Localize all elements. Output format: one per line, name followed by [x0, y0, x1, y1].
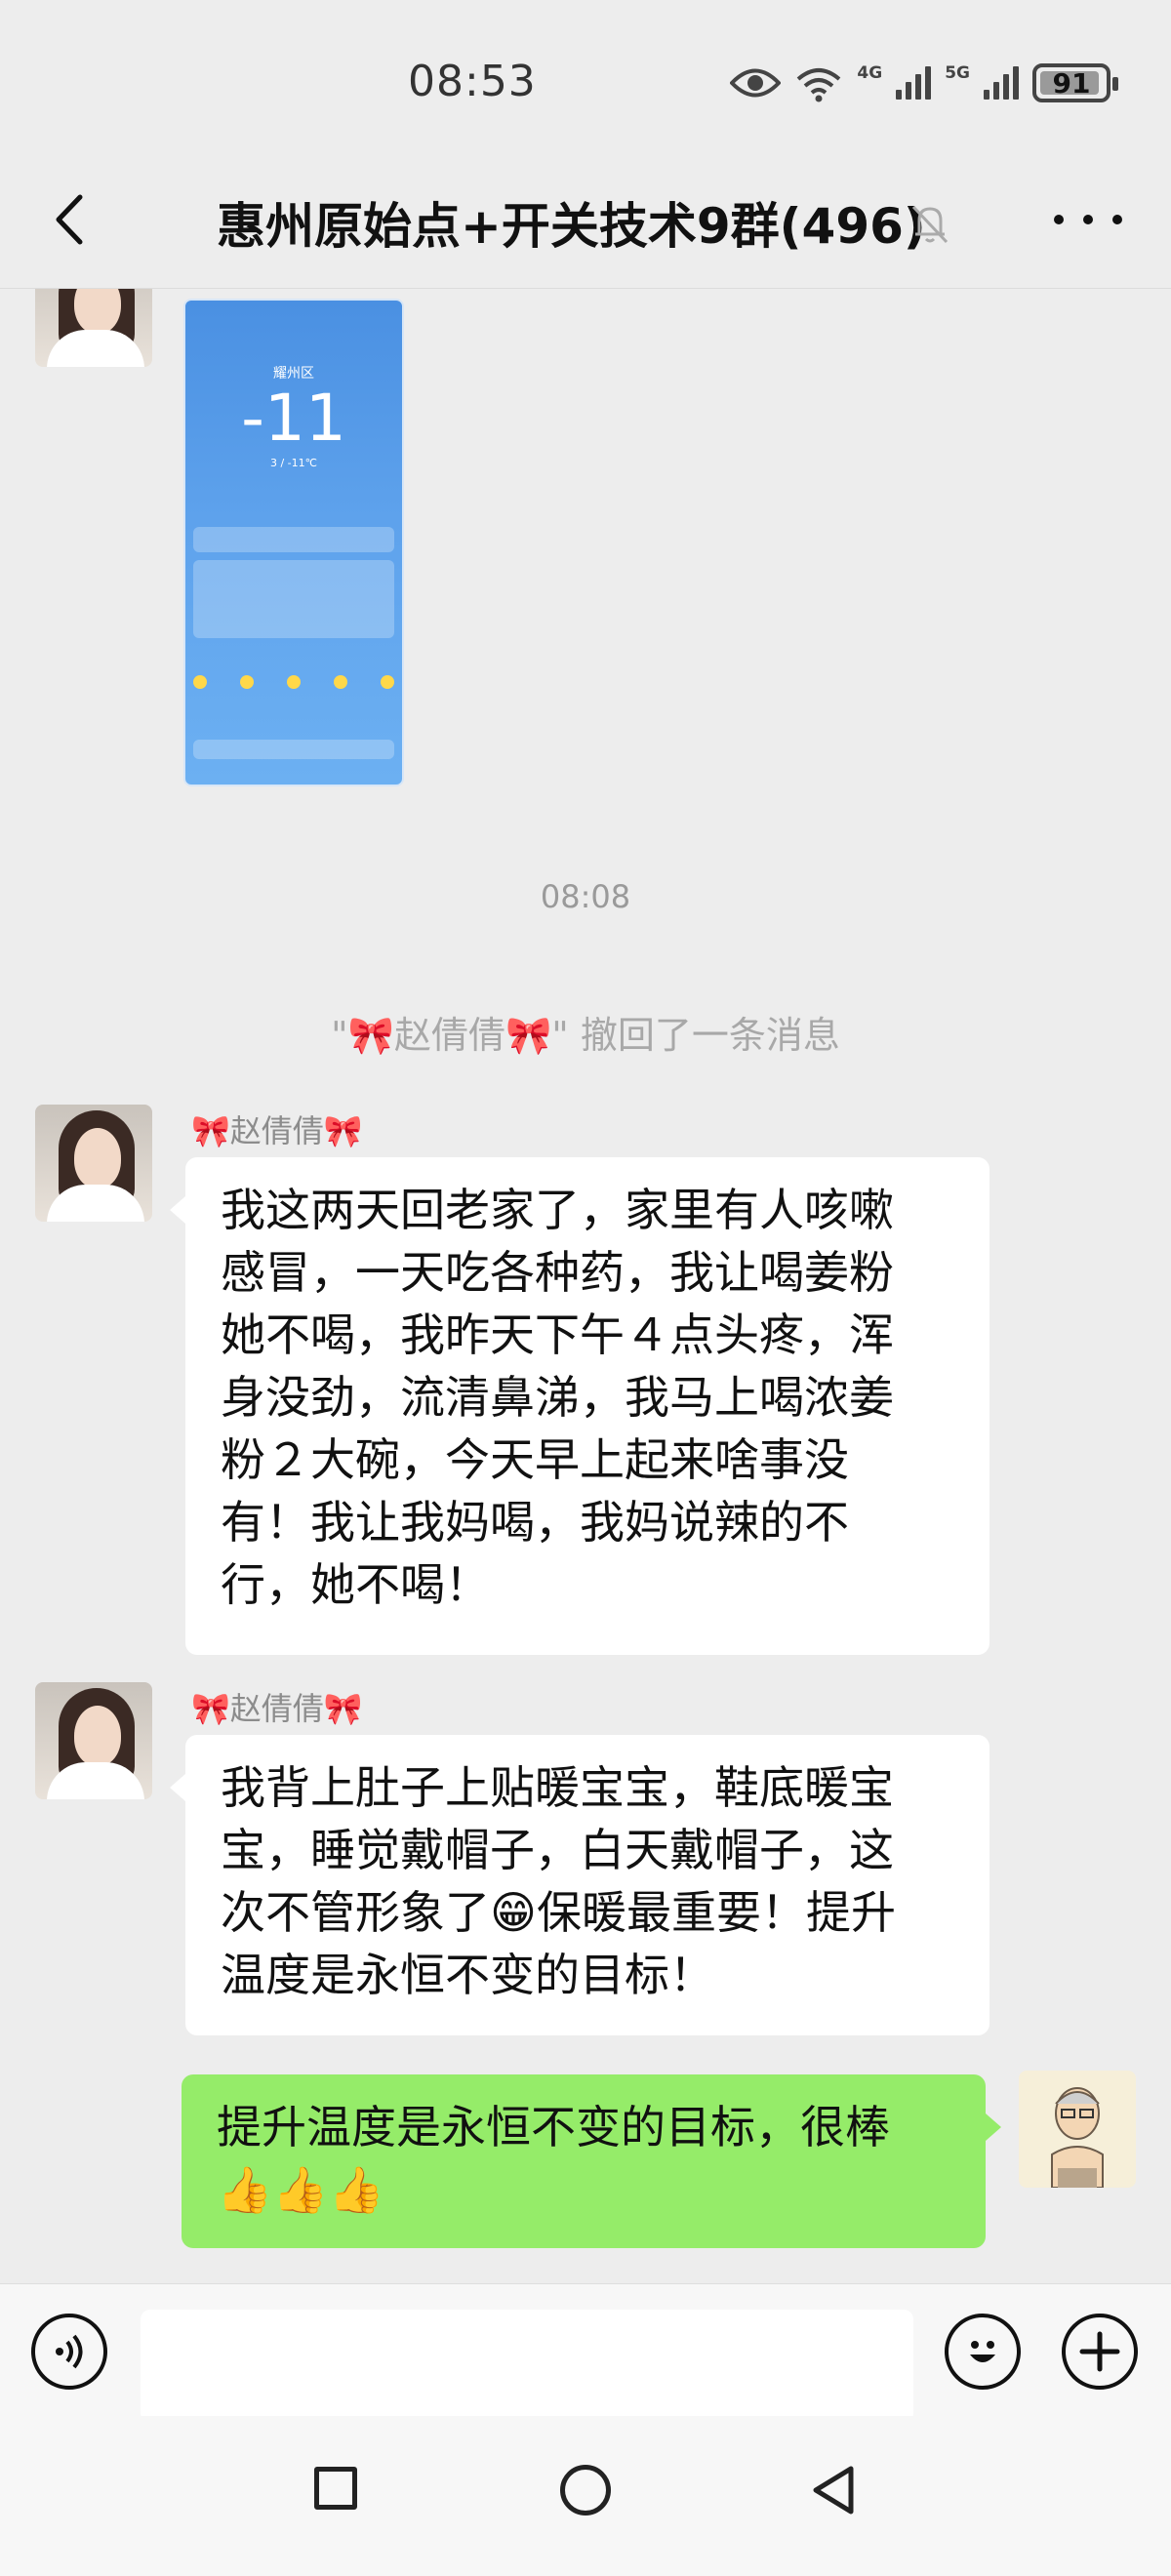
mute-bell-icon	[911, 205, 949, 244]
avatar[interactable]	[35, 1105, 152, 1222]
plus-button[interactable]	[1062, 2314, 1138, 2390]
my-message-bubble[interactable]: 提升温度是永恒不变的目标，很棒 👍👍👍	[182, 2074, 1001, 2248]
weather-temp: -11	[241, 381, 346, 456]
recent-apps-icon[interactable]	[314, 2467, 357, 2510]
home-icon[interactable]	[560, 2465, 611, 2516]
eye-icon	[730, 68, 782, 98]
signal2-icon	[984, 66, 1019, 100]
battery-level: 91	[1052, 66, 1091, 100]
status-bar: 08:53 4G 5G 91	[0, 0, 1171, 156]
battery-icon: 91	[1032, 63, 1118, 102]
plus-icon	[1079, 2331, 1120, 2372]
sender-name: 🎀赵倩倩🎀	[191, 1112, 363, 1149]
chat-messages[interactable]: 耀州区 -11 3 / -11℃ 08:08 "🎀赵倩倩🎀" 撤回了一条消息 🎀…	[0, 289, 1171, 2283]
signal2-label: 5G	[945, 63, 970, 83]
smiley-icon	[970, 2341, 995, 2362]
back-icon[interactable]	[41, 185, 100, 254]
weather-range: 3 / -11℃	[269, 457, 318, 469]
chat-title: 惠州原始点+开关技术9群(496)	[217, 198, 926, 255]
voice-icon	[56, 2334, 83, 2369]
message-bubble[interactable]: 我这两天回老家了，家里有人咳嗽 感冒，一天吃各种药，我让喝姜粉 她不喝，我昨天下…	[170, 1157, 989, 1655]
cartoon-avatar-icon	[1051, 2087, 1104, 2188]
message-timestamp: 08:08	[540, 878, 631, 915]
sender-name: 🎀赵倩倩🎀	[191, 1690, 363, 1727]
my-avatar[interactable]	[1019, 2071, 1136, 2188]
input-bar	[0, 2283, 1171, 2423]
message-input[interactable]	[141, 2310, 913, 2423]
weather-city: 耀州区	[273, 366, 314, 382]
recall-notice: "🎀赵倩倩🎀" 撤回了一条消息	[331, 1014, 840, 1057]
message-bubble[interactable]: 我背上肚子上贴暖宝宝，鞋底暖宝 宝，睡觉戴帽子，白天戴帽子，这 次不管形象了😁保…	[170, 1735, 989, 2035]
weather-screenshot-image[interactable]: 耀州区 -11 3 / -11℃	[183, 299, 404, 786]
chat-header: 惠州原始点+开关技术9群(496)	[0, 156, 1171, 289]
status-time: 08:53	[408, 57, 537, 106]
wifi-icon	[797, 68, 841, 102]
avatar[interactable]	[35, 1682, 152, 1799]
avatar[interactable]	[35, 289, 152, 367]
system-nav-bar	[0, 2416, 1171, 2576]
nav-back-icon[interactable]	[808, 2463, 857, 2517]
signal1-icon	[896, 66, 932, 100]
signal1-label: 4G	[857, 63, 883, 83]
more-options-button[interactable]	[1054, 200, 1122, 239]
emoji-button[interactable]	[945, 2314, 1021, 2390]
status-icons: 4G 5G 91	[730, 59, 1118, 107]
voice-button[interactable]	[31, 2314, 107, 2390]
